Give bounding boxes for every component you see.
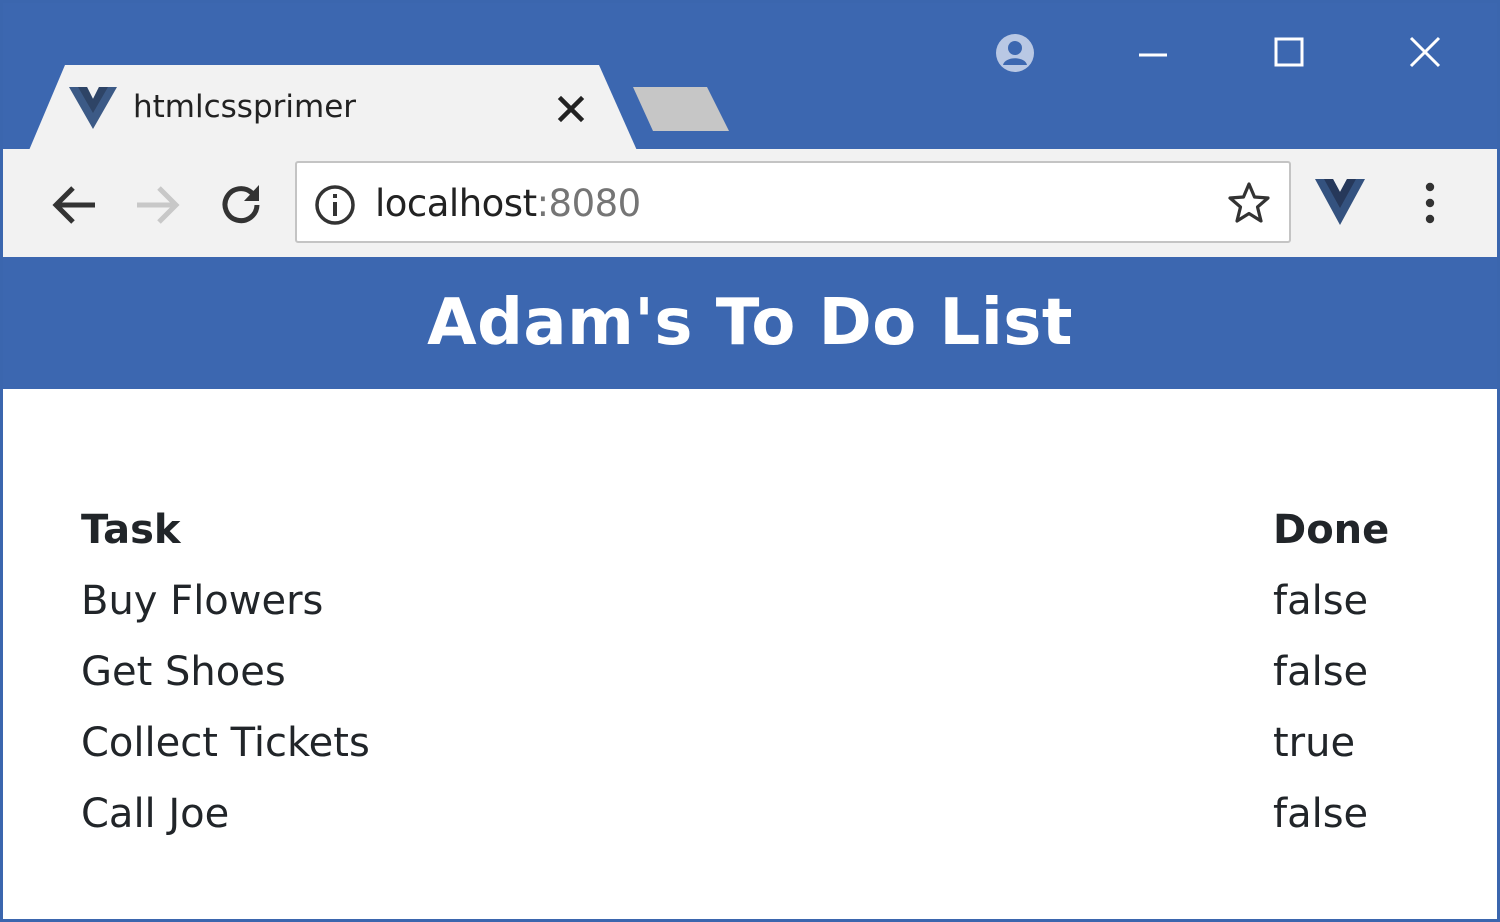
- table-row: Get Shoes false: [81, 637, 1421, 708]
- tab-close-icon[interactable]: [551, 89, 591, 129]
- done-cell: true: [1273, 720, 1356, 766]
- reload-icon[interactable]: [213, 177, 269, 233]
- browser-window: htmlcssprimer localhost:8080 Adam's To D…: [0, 0, 1500, 922]
- info-icon[interactable]: [313, 183, 357, 227]
- close-icon[interactable]: [1397, 27, 1453, 79]
- table-row: Collect Tickets true: [81, 708, 1421, 779]
- url-host: localhost: [375, 182, 537, 225]
- account-icon[interactable]: [987, 27, 1043, 79]
- table-row: Buy Flowers false: [81, 566, 1421, 637]
- minimize-icon[interactable]: [1125, 27, 1181, 79]
- tab-title: htmlcssprimer: [133, 89, 357, 125]
- page-title: Adam's To Do List: [3, 257, 1497, 389]
- url-port: :8080: [536, 182, 642, 225]
- table-row: Call Joe false: [81, 779, 1421, 850]
- table-header-row: Task Done: [81, 495, 1421, 566]
- url-text[interactable]: localhost:8080: [375, 179, 641, 229]
- task-column-header: Task: [81, 507, 181, 553]
- maximize-icon[interactable]: [1261, 27, 1317, 79]
- vue-logo-icon: [69, 87, 117, 129]
- arrow-left-icon[interactable]: [47, 177, 103, 233]
- task-cell: Call Joe: [81, 791, 230, 837]
- task-cell: Collect Tickets: [81, 720, 370, 766]
- task-cell: Get Shoes: [81, 649, 286, 695]
- done-column-header: Done: [1273, 507, 1390, 553]
- done-cell: false: [1273, 791, 1369, 837]
- arrow-right-icon[interactable]: [129, 177, 185, 233]
- done-cell: false: [1273, 578, 1369, 624]
- vue-extension-icon[interactable]: [1315, 179, 1365, 225]
- todo-table: Task Done Buy Flowers false Get Shoes fa…: [81, 495, 1421, 850]
- done-cell: false: [1273, 649, 1369, 695]
- task-cell: Buy Flowers: [81, 578, 324, 624]
- star-icon[interactable]: [1225, 179, 1273, 227]
- kebab-menu-icon[interactable]: [1407, 179, 1453, 227]
